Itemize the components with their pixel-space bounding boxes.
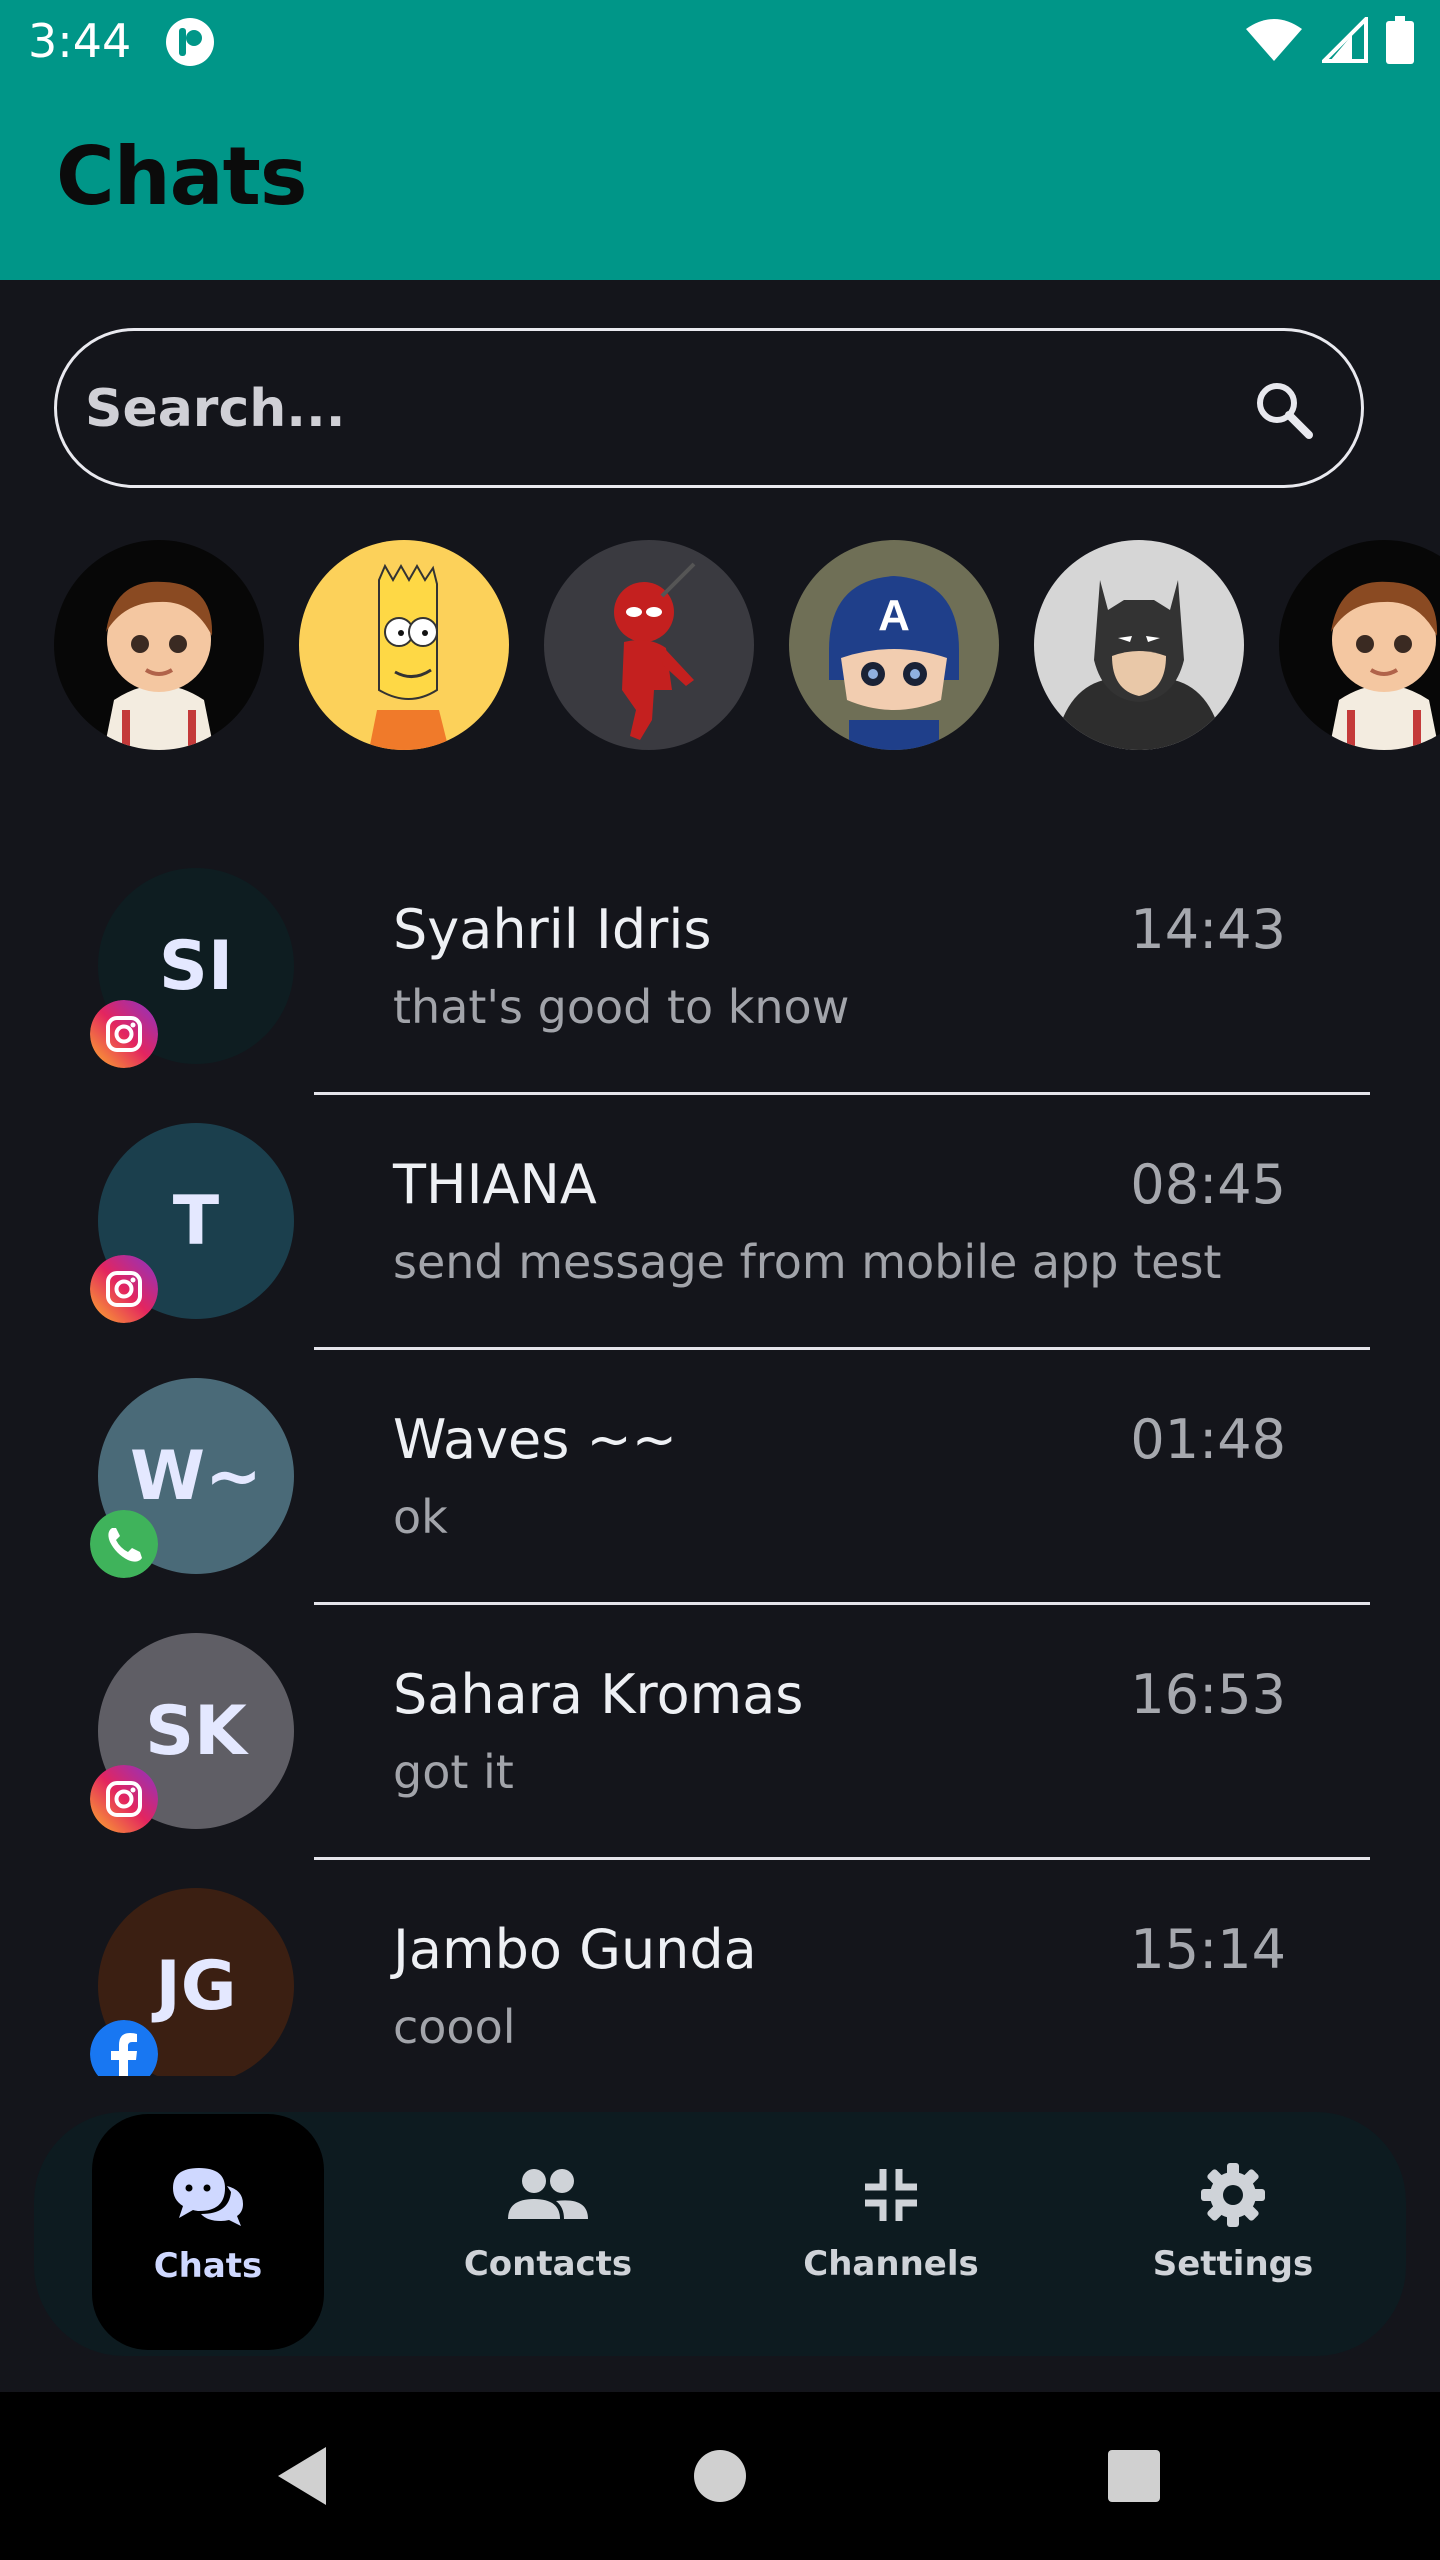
chat-time: 14:43 (1130, 898, 1286, 961)
avatar-initials: T (172, 1181, 220, 1261)
divider (314, 1602, 1370, 1605)
nav-item-channels[interactable]: Channels (775, 2112, 1007, 2356)
app-bar: 3:44 Chats (0, 0, 1440, 280)
whatsapp-icon (90, 1510, 158, 1578)
chat-preview: coool (393, 2000, 516, 2054)
nav-label: Settings (1152, 2244, 1314, 2284)
chat-row[interactable]: T THIANA 08:45 send message from mobile … (0, 1123, 1440, 1378)
chat-name: Syahril Idris (393, 898, 712, 961)
chat-name: THIANA (393, 1153, 597, 1216)
wifi-icon (1246, 19, 1302, 61)
avatar-initials: SK (145, 1691, 247, 1771)
chat-list[interactable]: SI Syahril Idris 14:43 that's good to kn… (0, 868, 1440, 2076)
batman-avatar[interactable] (1034, 540, 1244, 750)
chat-name: Waves ~~ (393, 1408, 678, 1471)
avatar-initials: W~ (130, 1436, 262, 1516)
system-navigation-bar (0, 2392, 1440, 2560)
chat-preview: that's good to know (393, 980, 850, 1034)
chat-preview: got it (393, 1745, 514, 1799)
status-icons (1244, 16, 1414, 64)
divider (314, 1857, 1370, 1860)
instagram-icon (90, 1255, 158, 1323)
chat-time: 16:53 (1130, 1663, 1286, 1726)
app-notification-icon (166, 18, 214, 66)
boss-baby-avatar[interactable] (1279, 540, 1440, 750)
back-icon[interactable] (262, 2436, 342, 2516)
svg-text:A: A (878, 591, 910, 640)
stories-row[interactable]: A (54, 540, 1440, 750)
chat-time: 08:45 (1130, 1153, 1286, 1216)
boss-baby-avatar[interactable] (54, 540, 264, 750)
divider (314, 1347, 1370, 1350)
nav-label: Channels (803, 2244, 979, 2284)
nav-label: Contacts (463, 2244, 633, 2284)
chat-name: Sahara Kromas (393, 1663, 804, 1726)
chat-time: 15:14 (1130, 1918, 1286, 1981)
chat-preview: send message from mobile app test (393, 1235, 1222, 1289)
chat-row[interactable]: SK Sahara Kromas 16:53 got it (0, 1633, 1440, 1888)
nav-label: Chats (153, 2246, 263, 2286)
search-input[interactable] (83, 331, 1187, 487)
avatar-initials: SI (158, 926, 234, 1006)
chat-row[interactable]: JG Jambo Gunda 15:14 coool (0, 1888, 1440, 2076)
nav-item-contacts[interactable]: Contacts (432, 2112, 664, 2356)
chat-preview: ok (393, 1490, 448, 1544)
deadpool-avatar[interactable] (544, 540, 754, 750)
chat-time: 01:48 (1130, 1408, 1286, 1471)
recents-icon[interactable] (1094, 2436, 1174, 2516)
search-icon[interactable] (1251, 377, 1315, 441)
channels-icon (849, 2160, 933, 2230)
captain-america-avatar[interactable]: A (789, 540, 999, 750)
divider (314, 1092, 1370, 1095)
contacts-icon (506, 2160, 590, 2230)
chat-row[interactable]: SI Syahril Idris 14:43 that's good to kn… (0, 868, 1440, 1123)
home-icon[interactable] (680, 2436, 760, 2516)
search-bar[interactable] (54, 328, 1364, 488)
gear-icon (1191, 2160, 1275, 2230)
avatar-initials: JG (155, 1946, 237, 2026)
chat-row[interactable]: W~ Waves ~~ 01:48 ok (0, 1378, 1440, 1633)
status-time: 3:44 (28, 14, 132, 68)
instagram-icon (90, 1000, 158, 1068)
nav-item-chats[interactable]: Chats (92, 2114, 324, 2350)
bottom-navigation: Chats Contacts Channels Settings (34, 2112, 1406, 2356)
chat-bubbles-icon (166, 2162, 250, 2232)
nav-item-settings[interactable]: Settings (1117, 2112, 1349, 2356)
signal-icon (1322, 17, 1368, 63)
instagram-icon (90, 1765, 158, 1833)
chat-name: Jambo Gunda (393, 1918, 757, 1981)
battery-icon (1386, 16, 1414, 64)
bart-simpson-avatar[interactable] (299, 540, 509, 750)
page-title: Chats (56, 130, 308, 223)
